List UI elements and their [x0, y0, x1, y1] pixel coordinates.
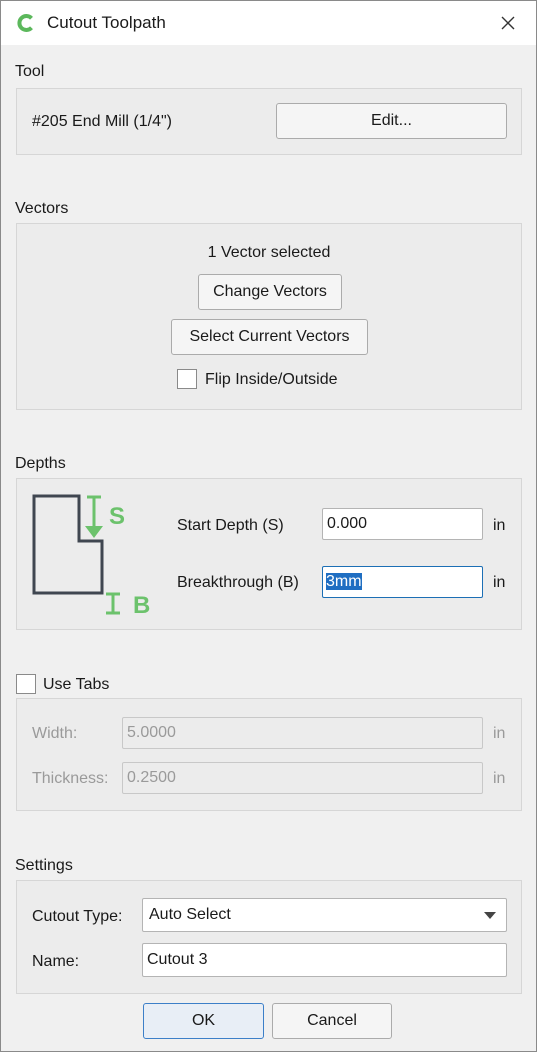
cutout-type-value: Auto Select [149, 906, 231, 923]
vector-selection-status: 1 Vector selected [207, 244, 331, 261]
tab-width-unit: in [493, 725, 506, 742]
depth-diagram: S B [32, 494, 150, 619]
flip-inside-outside-label: Flip Inside/Outside [205, 371, 338, 388]
start-depth-unit: in [493, 517, 506, 534]
breakthrough-input[interactable]: 3mm [322, 566, 483, 598]
start-letter: S [109, 503, 125, 530]
use-tabs-checkbox[interactable] [16, 674, 36, 694]
depths-group: S B Start Depth (S) 0.000 in Breakthroug… [16, 478, 522, 630]
window-title: Cutout Toolpath [47, 13, 166, 32]
settings-section-label: Settings [15, 857, 73, 874]
breakthrough-label: Breakthrough (B) [177, 574, 299, 591]
tool-section-label: Tool [15, 63, 45, 80]
material-profile [32, 494, 104, 595]
name-input[interactable]: Cutout 3 [142, 943, 507, 977]
chevron-down-icon [484, 912, 496, 919]
breakthrough-selected-text: 3mm [326, 573, 362, 590]
breakthrough-letter: B [133, 592, 150, 619]
start-depth-label: Start Depth (S) [177, 517, 284, 534]
tab-width-label: Width: [32, 725, 78, 742]
tab-thickness-unit: in [493, 770, 506, 787]
start-depth-marker [85, 495, 103, 538]
tab-width-input[interactable]: 5.0000 [122, 717, 483, 749]
cutout-toolpath-dialog: Cutout Toolpath Tool #205 End Mill (1/4"… [0, 0, 537, 1052]
edit-tool-button[interactable]: Edit... [276, 103, 507, 139]
breakthrough-marker [106, 592, 120, 615]
depths-section-label: Depths [15, 455, 66, 472]
tab-thickness-input[interactable]: 0.2500 [122, 762, 483, 794]
cancel-button[interactable]: Cancel [272, 1003, 392, 1039]
start-depth-input[interactable]: 0.000 [322, 508, 483, 540]
name-label: Name: [32, 953, 80, 970]
close-button[interactable] [493, 9, 523, 37]
vectors-section-label: Vectors [15, 200, 69, 217]
ok-button[interactable]: OK [143, 1003, 264, 1039]
title-bar: Cutout Toolpath [1, 1, 536, 45]
vectors-group: 1 Vector selected Change Vectors Select … [16, 223, 522, 410]
tabs-group: Width: 5.0000 in Thickness: 0.2500 in [16, 698, 522, 811]
tool-group: #205 End Mill (1/4") Edit... [16, 88, 522, 155]
c-logo-icon [16, 13, 36, 33]
settings-group: Cutout Type: Auto Select Name: Cutout 3 [16, 880, 522, 994]
cutout-type-select[interactable]: Auto Select [142, 898, 507, 932]
flip-inside-outside-checkbox[interactable] [177, 369, 197, 389]
tab-thickness-label: Thickness: [32, 770, 109, 787]
tool-name: #205 End Mill (1/4") [32, 113, 172, 130]
close-icon [501, 16, 515, 30]
select-current-vectors-button[interactable]: Select Current Vectors [171, 319, 368, 355]
change-vectors-button[interactable]: Change Vectors [198, 274, 342, 310]
use-tabs-label: Use Tabs [43, 676, 110, 693]
cutout-type-label: Cutout Type: [32, 908, 123, 925]
breakthrough-unit: in [493, 574, 506, 591]
